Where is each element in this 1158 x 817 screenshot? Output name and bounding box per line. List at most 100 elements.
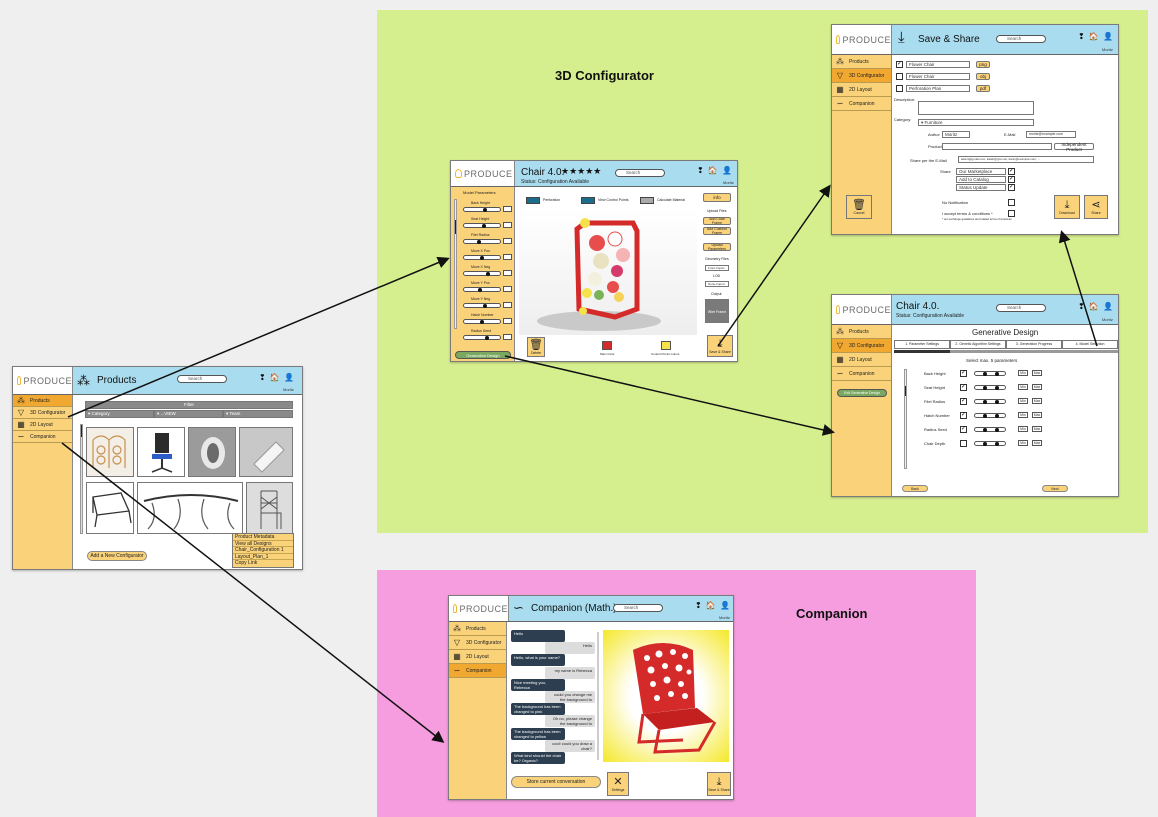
range-slider[interactable] (974, 385, 1006, 390)
info-button[interactable]: info (703, 193, 731, 202)
parameter-slider[interactable] (463, 303, 501, 308)
step-tab[interactable]: 1. Parameter Settings (894, 340, 950, 349)
menu-item[interactable]: View all Designs (233, 541, 293, 548)
slider-knob[interactable] (480, 320, 484, 324)
parameter-slider[interactable] (463, 255, 501, 260)
share-option[interactable]: Our Marketplace (956, 168, 1006, 175)
parameter-value-box[interactable] (503, 222, 512, 228)
accept-terms-checkbox[interactable] (1008, 210, 1015, 217)
slider-knob[interactable] (995, 414, 999, 418)
slider-knob[interactable] (983, 442, 987, 446)
header-icons[interactable]: ❢ 🏠 👤 (1078, 302, 1114, 311)
rating-stars[interactable]: ★★★★★ (561, 166, 601, 177)
slider-knob[interactable] (486, 272, 491, 276)
max-field[interactable]: Max (1032, 412, 1042, 418)
parameter-value-box[interactable] (503, 302, 512, 308)
range-slider[interactable] (974, 427, 1006, 432)
delete-button[interactable]: 🗑 Delete (527, 337, 545, 357)
search-input[interactable]: Search (613, 604, 663, 612)
store-conversation-button[interactable]: Store current conversation (511, 776, 601, 788)
sidebar-item-configurator[interactable]: ▽ 3D Configurator (449, 636, 506, 650)
product-thumbnail[interactable] (239, 427, 293, 477)
max-field[interactable]: Max (1032, 440, 1042, 446)
share-checkbox[interactable]: ✓ (1008, 176, 1015, 183)
sidebar-item-companion[interactable]: ∽ Companion (832, 97, 891, 111)
sidebar-item-configurator[interactable]: ▽ 3D Configurator (832, 339, 891, 353)
save-share-button[interactable]: ⤓ Save & Share (707, 772, 731, 796)
slider-knob[interactable] (481, 224, 486, 228)
parameter-checkbox[interactable]: ✓ (960, 426, 967, 433)
sidebar-item-layout[interactable]: ▦ 2D Layout (449, 650, 506, 664)
file-ext-button[interactable]: pdf (976, 85, 990, 92)
range-slider[interactable] (974, 441, 1006, 446)
file-checkbox[interactable] (896, 73, 903, 80)
range-slider[interactable] (974, 399, 1006, 404)
file-name-field[interactable]: Flower Chair (906, 73, 970, 80)
file-checkbox[interactable] (896, 85, 903, 92)
back-button[interactable]: Back (902, 485, 928, 492)
search-input[interactable]: Search (996, 304, 1046, 312)
header-icons[interactable]: ❢ 🏠 👤 (1078, 32, 1114, 41)
parameter-slider[interactable] (463, 239, 501, 244)
slider-knob[interactable] (995, 400, 999, 404)
sidebar-item-products[interactable]: ⁂ Products (832, 325, 891, 339)
author-field[interactable]: Moritz (942, 131, 970, 138)
slider-knob[interactable] (995, 386, 999, 390)
add-cushion-frame-button[interactable]: Add Cushion Frame (703, 227, 731, 235)
parameter-slider[interactable] (463, 335, 501, 340)
slider-knob[interactable] (483, 304, 488, 308)
step-tab[interactable]: 2. Genetic Algorithm Settings (950, 340, 1006, 349)
share-button[interactable]: ⋖ Share (1084, 195, 1108, 219)
parameter-checkbox[interactable]: ✓ (960, 412, 967, 419)
sidebar-item-layout[interactable]: ▦ 2D Layout (13, 419, 72, 431)
independent-product-button[interactable]: Independent Product (1054, 142, 1094, 152)
menu-item[interactable]: Layout_Plan_1 (233, 554, 293, 561)
parameter-slider[interactable] (463, 207, 501, 212)
parameter-slider[interactable] (463, 319, 501, 324)
add-chair-frame-button[interactable]: Add Chair Frame (703, 217, 731, 225)
slider-knob[interactable] (478, 288, 483, 292)
sidebar-item-products[interactable]: ⁂ Products (832, 55, 891, 69)
share-option[interactable]: Status Update (956, 184, 1006, 191)
file-name-field[interactable]: Perforation Plan (906, 85, 970, 92)
control-points-color-swatch[interactable] (661, 341, 671, 350)
parameter-value-box[interactable] (503, 206, 512, 212)
sidebar-item-products[interactable]: ⁂ Products (449, 622, 506, 636)
max-field[interactable]: Max (1032, 426, 1042, 432)
sidebar-item-layout[interactable]: ▦ 2D Layout (832, 83, 891, 97)
file-ext-button[interactable]: png (976, 61, 990, 68)
parameter-slider[interactable] (463, 271, 501, 276)
parameter-checkbox[interactable]: ✓ (960, 398, 967, 405)
next-button[interactable]: Next (1042, 485, 1068, 492)
step-tab[interactable]: 3. Generation Progress (1006, 340, 1062, 349)
search-input[interactable]: Search (996, 35, 1046, 43)
min-field[interactable]: Min (1018, 440, 1028, 446)
slider-knob[interactable] (480, 256, 484, 260)
search-input[interactable]: Search (177, 375, 227, 383)
range-slider[interactable] (974, 371, 1006, 376)
search-input[interactable]: Search (615, 169, 665, 177)
share-email-field[interactable]: adam@gmail.com; kaleb@gmx.de; karin@exam… (958, 156, 1094, 163)
slider-knob[interactable] (995, 372, 999, 376)
parameter-value-box[interactable] (503, 318, 512, 324)
slider-knob[interactable] (484, 336, 489, 340)
category-select[interactable]: ▾ Furniture (918, 119, 1034, 126)
header-icons[interactable]: ❢ 🏠 👤 (695, 601, 731, 610)
slider-knob[interactable] (983, 386, 987, 390)
control-points-toggle[interactable] (581, 197, 595, 204)
step-tab[interactable]: 4. Model Selection (1062, 340, 1118, 349)
sidebar-item-layout[interactable]: ▦ 2D Layout (832, 353, 891, 367)
scroll-thumb[interactable] (455, 220, 456, 234)
3d-viewport[interactable] (519, 209, 697, 335)
menu-item[interactable]: Product Metadata (233, 534, 293, 541)
description-field[interactable] (918, 101, 1034, 115)
min-field[interactable]: Min (1018, 426, 1028, 432)
parameter-slider[interactable] (463, 287, 501, 292)
slider-knob[interactable] (995, 428, 999, 432)
parameter-value-box[interactable] (503, 334, 512, 340)
parameter-value-box[interactable] (503, 254, 512, 260)
scroll-thumb[interactable] (81, 425, 82, 437)
calculate-material-toggle[interactable] (640, 197, 654, 204)
slider-knob[interactable] (995, 442, 999, 446)
exit-generative-button[interactable]: Exit Generative Design (837, 389, 887, 397)
